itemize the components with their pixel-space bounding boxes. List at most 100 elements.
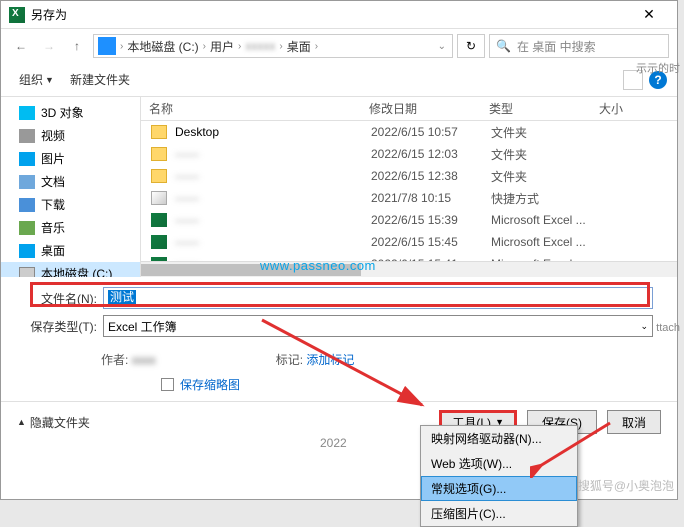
forward-button[interactable]: →: [37, 34, 61, 58]
col-type[interactable]: 类型: [481, 100, 591, 117]
file-type: 快捷方式: [491, 190, 601, 207]
file-date: 2022/6/15 15:45: [371, 235, 491, 249]
file-icon: [151, 213, 167, 227]
col-size[interactable]: 大小: [591, 100, 677, 117]
crumb-root[interactable]: 本地磁盘 (C:): [123, 38, 202, 55]
close-button[interactable]: ✕: [629, 6, 669, 23]
file-date: 2022/6/15 15:39: [371, 213, 491, 227]
file-type: Microsoft Excel ...: [491, 213, 601, 227]
sidebar-item[interactable]: 下载: [1, 193, 140, 216]
sidebar-label: 下载: [41, 196, 65, 213]
folder-icon: [19, 152, 35, 166]
back-button[interactable]: ←: [9, 34, 33, 58]
file-list-area: 名称 修改日期 类型 大小 Desktop2022/6/15 10:57文件夹—…: [141, 97, 677, 277]
address-bar[interactable]: › 本地磁盘 (C:) › 用户 › xxxxx › 桌面 › ⌄: [93, 34, 453, 58]
folder-icon: [19, 221, 35, 235]
file-type: 文件夹: [491, 124, 601, 141]
crumb-users[interactable]: 用户: [206, 38, 238, 55]
toolbar: 组织▼ 新建文件夹 ?: [1, 63, 677, 97]
bg-text-2: ttach: [656, 322, 680, 334]
file-type: 文件夹: [491, 146, 601, 163]
file-browser: 3D 对象视频图片文档下载音乐桌面本地磁盘 (C:)STORE (D:) 名称 …: [1, 97, 677, 277]
tools-dropdown: 映射网络驱动器(N)...Web 选项(W)...常规选项(G)...压缩图片(…: [420, 425, 578, 527]
author-label: 作者:: [101, 353, 128, 367]
file-row[interactable]: ——2022/6/15 12:03文件夹: [141, 143, 677, 165]
titlebar: 另存为 ✕: [1, 1, 677, 29]
file-name: ——: [175, 169, 371, 183]
file-row[interactable]: ——2022/6/15 15:45Microsoft Excel ...: [141, 231, 677, 253]
file-name: Desktop: [175, 125, 371, 139]
file-date: 2022/6/15 12:03: [371, 147, 491, 161]
crumb-blurred[interactable]: xxxxx: [241, 39, 279, 53]
folder-icon: [19, 198, 35, 212]
folder-icon: [19, 244, 35, 258]
nav-sidebar: 3D 对象视频图片文档下载音乐桌面本地磁盘 (C:)STORE (D:): [1, 97, 141, 277]
drive-icon: [98, 37, 116, 55]
sidebar-label: 音乐: [41, 219, 65, 236]
filetype-combo[interactable]: Excel 工作簿⌄: [103, 315, 653, 337]
file-name: ——: [175, 147, 371, 161]
tag-add-link[interactable]: 添加标记: [306, 353, 354, 367]
new-folder-button[interactable]: 新建文件夹: [62, 67, 138, 92]
meta-row: 作者: xxxx 标记: 添加标记: [1, 347, 677, 372]
filename-input[interactable]: 测试: [103, 287, 653, 309]
hide-folders-button[interactable]: ▲隐藏文件夹: [17, 414, 90, 431]
file-icon: [151, 235, 167, 249]
sidebar-item[interactable]: 图片: [1, 147, 140, 170]
sidebar-item[interactable]: 视频: [1, 124, 140, 147]
bg-year: 2022: [320, 436, 347, 450]
thumbnail-row: 保存缩略图: [1, 372, 677, 401]
organize-button[interactable]: 组织▼: [11, 67, 62, 92]
sidebar-item[interactable]: 桌面: [1, 239, 140, 262]
file-row[interactable]: ——2022/6/15 12:38文件夹: [141, 165, 677, 187]
sidebar-item[interactable]: 文档: [1, 170, 140, 193]
file-icon: [151, 191, 167, 205]
file-rows: Desktop2022/6/15 10:57文件夹——2022/6/15 12:…: [141, 121, 677, 261]
h-scrollbar[interactable]: [141, 261, 677, 277]
file-name: ——: [175, 213, 371, 227]
tag-label: 标记:: [276, 353, 303, 367]
file-type: 文件夹: [491, 168, 601, 185]
sidebar-item[interactable]: 本地磁盘 (C:): [1, 262, 140, 277]
search-placeholder: 在 桌面 中搜索: [517, 38, 596, 55]
col-date[interactable]: 修改日期: [361, 100, 481, 117]
cancel-button[interactable]: 取消: [607, 410, 661, 434]
crumb-desktop[interactable]: 桌面: [283, 38, 315, 55]
file-icon: [151, 125, 167, 139]
thumbnail-checkbox[interactable]: [161, 378, 174, 391]
scroll-thumb[interactable]: [141, 264, 361, 276]
up-button[interactable]: ↑: [65, 34, 89, 58]
search-input[interactable]: 🔍 在 桌面 中搜索: [489, 34, 669, 58]
file-icon: [151, 147, 167, 161]
dropdown-item[interactable]: 常规选项(G)...: [421, 476, 577, 501]
sidebar-label: 文档: [41, 173, 65, 190]
sidebar-label: 图片: [41, 150, 65, 167]
folder-icon: [19, 106, 35, 120]
filetype-label: 保存类型(T):: [25, 318, 103, 335]
column-headers: 名称 修改日期 类型 大小: [141, 97, 677, 121]
thumbnail-label: 保存缩略图: [180, 376, 240, 393]
bg-text-1: 示示的时: [636, 60, 680, 76]
sidebar-item[interactable]: 音乐: [1, 216, 140, 239]
folder-icon: [19, 175, 35, 189]
refresh-button[interactable]: ↻: [457, 34, 485, 58]
author-value: xxxx: [132, 353, 156, 367]
file-date: 2022/6/15 12:38: [371, 169, 491, 183]
file-row[interactable]: Desktop2022/6/15 10:57文件夹: [141, 121, 677, 143]
sidebar-label: 3D 对象: [41, 104, 84, 121]
dropdown-item[interactable]: 映射网络驱动器(N)...: [421, 426, 577, 451]
dropdown-item[interactable]: 压缩图片(C)...: [421, 501, 577, 526]
folder-icon: [19, 267, 35, 278]
dropdown-item[interactable]: Web 选项(W)...: [421, 451, 577, 476]
file-row[interactable]: ——2022/6/15 15:39Microsoft Excel ...: [141, 209, 677, 231]
search-icon: 🔍: [496, 39, 511, 53]
sidebar-item[interactable]: 3D 对象: [1, 101, 140, 124]
folder-icon: [19, 129, 35, 143]
file-row[interactable]: ——2021/7/8 10:15快捷方式: [141, 187, 677, 209]
file-row[interactable]: ——2022/6/15 15:41Microsoft Excel ...: [141, 253, 677, 261]
sidebar-label: 视频: [41, 127, 65, 144]
excel-icon: [9, 7, 25, 23]
form-area: 文件名(N): 测试 保存类型(T): Excel 工作簿⌄: [1, 277, 677, 347]
col-name[interactable]: 名称: [141, 100, 361, 117]
file-name: ——: [175, 191, 371, 205]
